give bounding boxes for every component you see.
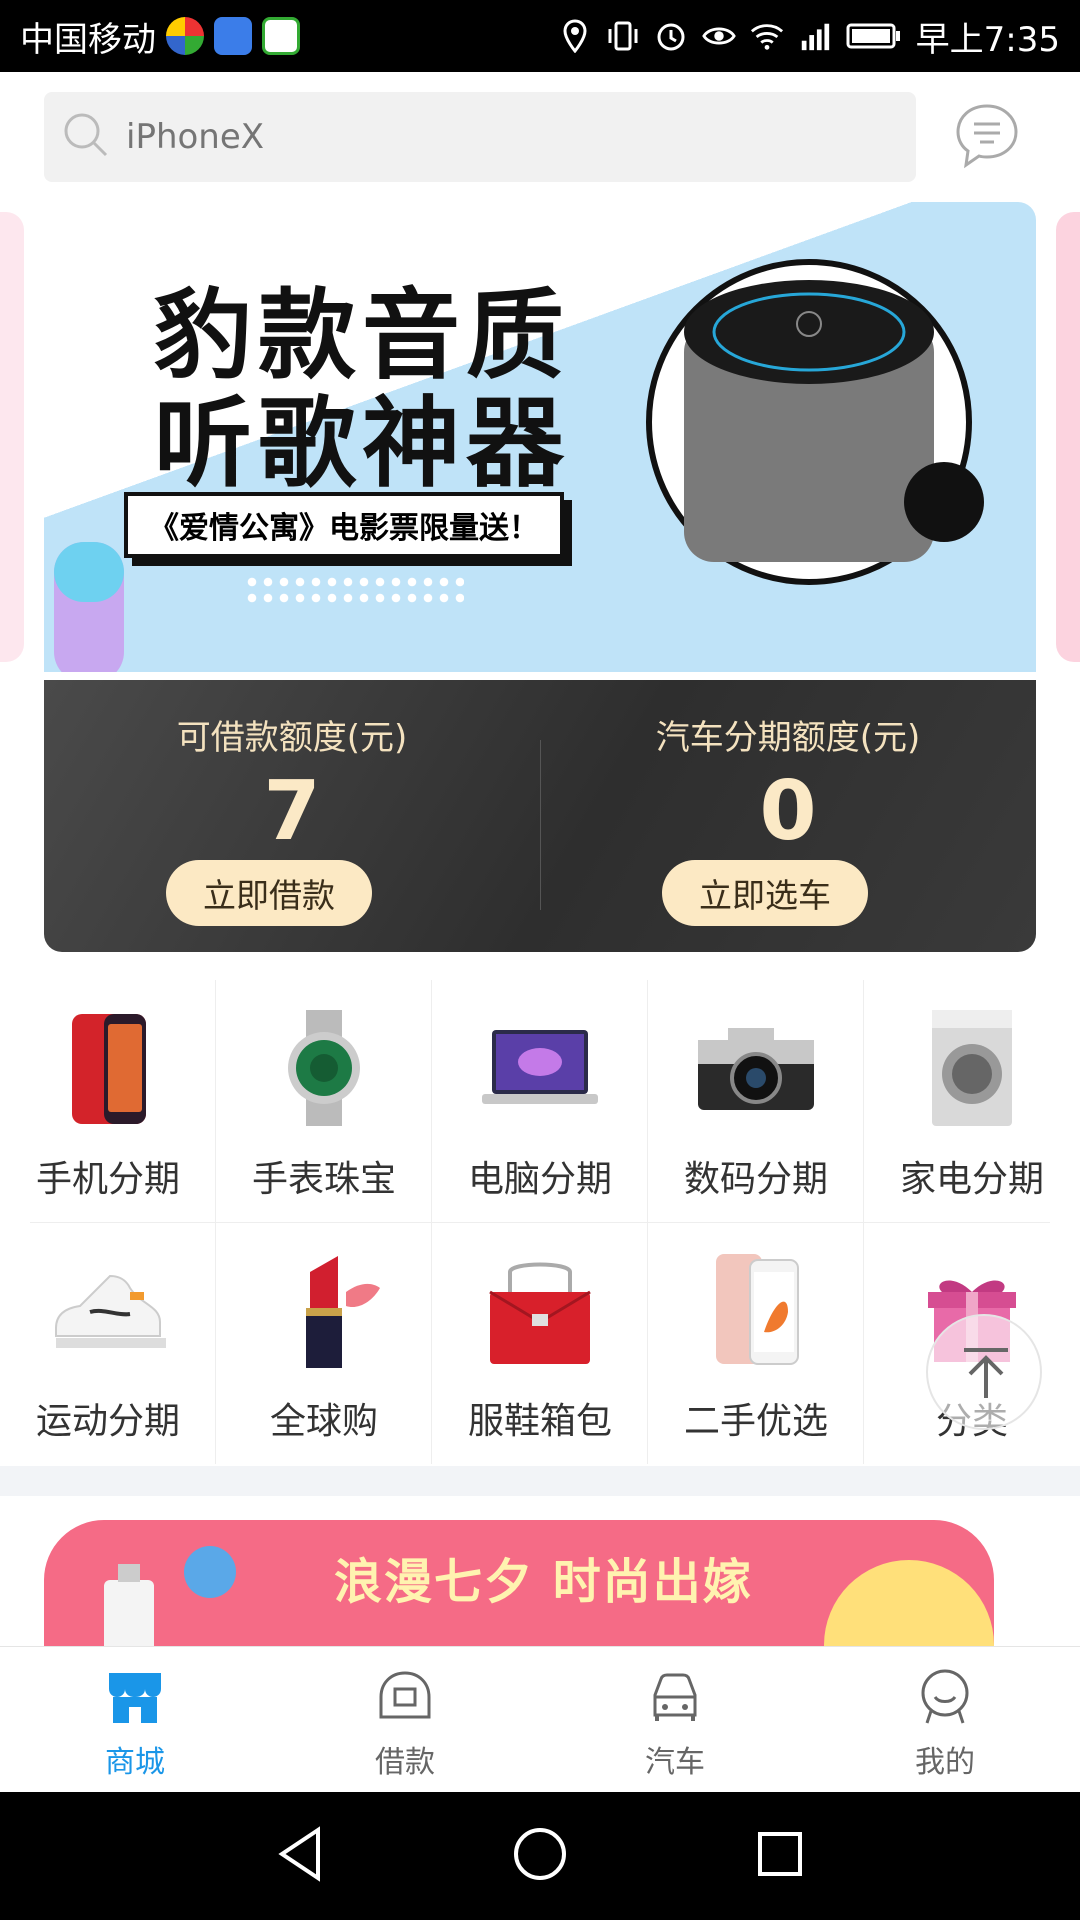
message-button[interactable]: [952, 100, 1022, 176]
banner-subtitle: 《爱情公寓》电影票限量送！: [124, 492, 564, 558]
search-bar[interactable]: [44, 92, 916, 182]
banner-slide[interactable]: 豹款音质 听歌神器 《爱情公寓》电影票限量送！: [44, 202, 1036, 672]
section-gap: [0, 1466, 1080, 1496]
back-to-top-button[interactable]: [926, 1314, 1042, 1430]
tab-profile[interactable]: 我的: [810, 1647, 1080, 1793]
choose-car-button[interactable]: 立即选车: [662, 860, 868, 926]
arrow-up-icon: [964, 1348, 1008, 1398]
app-notification-icon: [166, 17, 204, 55]
car-credit-section: 汽车分期额度(元) 0 立即选车: [540, 680, 1036, 952]
alarm-icon: [654, 19, 688, 53]
clock-label: 早上7:35: [915, 19, 1060, 60]
recents-button[interactable]: [748, 1822, 812, 1886]
back-button[interactable]: [270, 1822, 334, 1886]
portable-speaker-image: [54, 542, 124, 672]
battery-icon: [846, 19, 902, 53]
category-digital[interactable]: 数码分期: [648, 980, 864, 1222]
signal-icon: [798, 19, 832, 53]
back-triangle-icon: [278, 1826, 320, 1882]
laptop-icon: [482, 1030, 598, 1104]
category-grid: 手机分期 手表珠宝 电脑分期 数码分期 家电分期 运动分期 全球购 服鞋箱包 二…: [0, 980, 1080, 1466]
category-fashion[interactable]: 服鞋箱包: [432, 1222, 648, 1464]
borrow-now-button[interactable]: 立即借款: [166, 860, 372, 926]
wifi-icon: [750, 19, 784, 53]
search-input[interactable]: [124, 116, 824, 158]
carrier-label: 中国移动: [20, 19, 156, 60]
banner-next-peek: [1056, 212, 1080, 662]
sneaker-icon: [55, 1274, 166, 1348]
status-left: 中国移动: [20, 12, 300, 61]
promo-text: 浪漫七夕 时尚出嫁: [334, 1554, 753, 1610]
category-secondhand[interactable]: 二手优选: [648, 1222, 864, 1464]
bottom-nav: 商城 借款 汽车 我的: [0, 1646, 1080, 1792]
eye-comfort-icon: [701, 19, 736, 53]
location-icon: [558, 19, 592, 53]
recents-square-icon: [758, 1832, 802, 1876]
status-right: 早上7:35: [558, 12, 1060, 61]
category-global[interactable]: 全球购: [216, 1222, 432, 1464]
profile-icon: [921, 1669, 969, 1724]
balloon-image: [184, 1546, 236, 1598]
banner-prev-peek: [0, 212, 24, 662]
loan-credit-label: 可借款额度(元): [176, 718, 408, 758]
loan-credit-value: 7: [263, 764, 321, 859]
credit-card-panel: 可借款额度(元) 7 立即借款 汽车分期额度(元) 0 立即选车: [44, 680, 1036, 952]
category-sports[interactable]: 运动分期: [0, 1222, 216, 1464]
banner-dots-decoration: [244, 574, 464, 608]
smartphone-icon: [716, 1254, 799, 1365]
speaker-image: [646, 259, 984, 585]
banner-carousel[interactable]: 豹款音质 听歌神器 《爱情公寓》电影票限量送！: [0, 202, 1080, 672]
camera-icon: [698, 1028, 814, 1110]
home-button[interactable]: [508, 1822, 572, 1886]
vibrate-icon: [606, 19, 640, 53]
promo-badge: [824, 1560, 994, 1648]
loan-credit-section: 可借款额度(元) 7 立即借款: [44, 680, 540, 952]
home-circle-icon: [514, 1828, 566, 1880]
promo-banner[interactable]: 浪漫七夕 时尚出嫁: [44, 1520, 994, 1648]
watch-icon: [288, 1010, 360, 1126]
car-credit-label: 汽车分期额度(元): [655, 718, 921, 758]
search-icon: [62, 111, 110, 163]
handbag-icon: [489, 1262, 591, 1364]
loan-icon: [379, 1671, 431, 1719]
lipstick-icon: [306, 1256, 380, 1368]
system-nav-bar: [0, 1792, 1080, 1920]
car-icon: [653, 1673, 697, 1721]
store-icon: [109, 1673, 161, 1723]
category-appliance[interactable]: 家电分期: [864, 980, 1080, 1222]
app-shortcut-icon: [262, 17, 300, 55]
tab-loan[interactable]: 借款: [270, 1647, 540, 1793]
message-icon: [956, 104, 1018, 169]
baidu-icon: [214, 17, 252, 55]
category-watch[interactable]: 手表珠宝: [216, 980, 432, 1222]
tab-store[interactable]: 商城: [0, 1647, 270, 1793]
washing-machine-icon: [932, 1010, 1012, 1126]
status-bar: 中国移动 早上7:35: [0, 0, 1080, 72]
tab-car[interactable]: 汽车: [540, 1647, 810, 1793]
perfume-image: [104, 1564, 154, 1648]
car-credit-value: 0: [759, 764, 817, 859]
banner-title: 豹款音质 听歌神器: [154, 279, 571, 501]
category-computer[interactable]: 电脑分期: [432, 980, 648, 1222]
phone-icon: [72, 1014, 146, 1124]
category-phone[interactable]: 手机分期: [0, 980, 216, 1222]
